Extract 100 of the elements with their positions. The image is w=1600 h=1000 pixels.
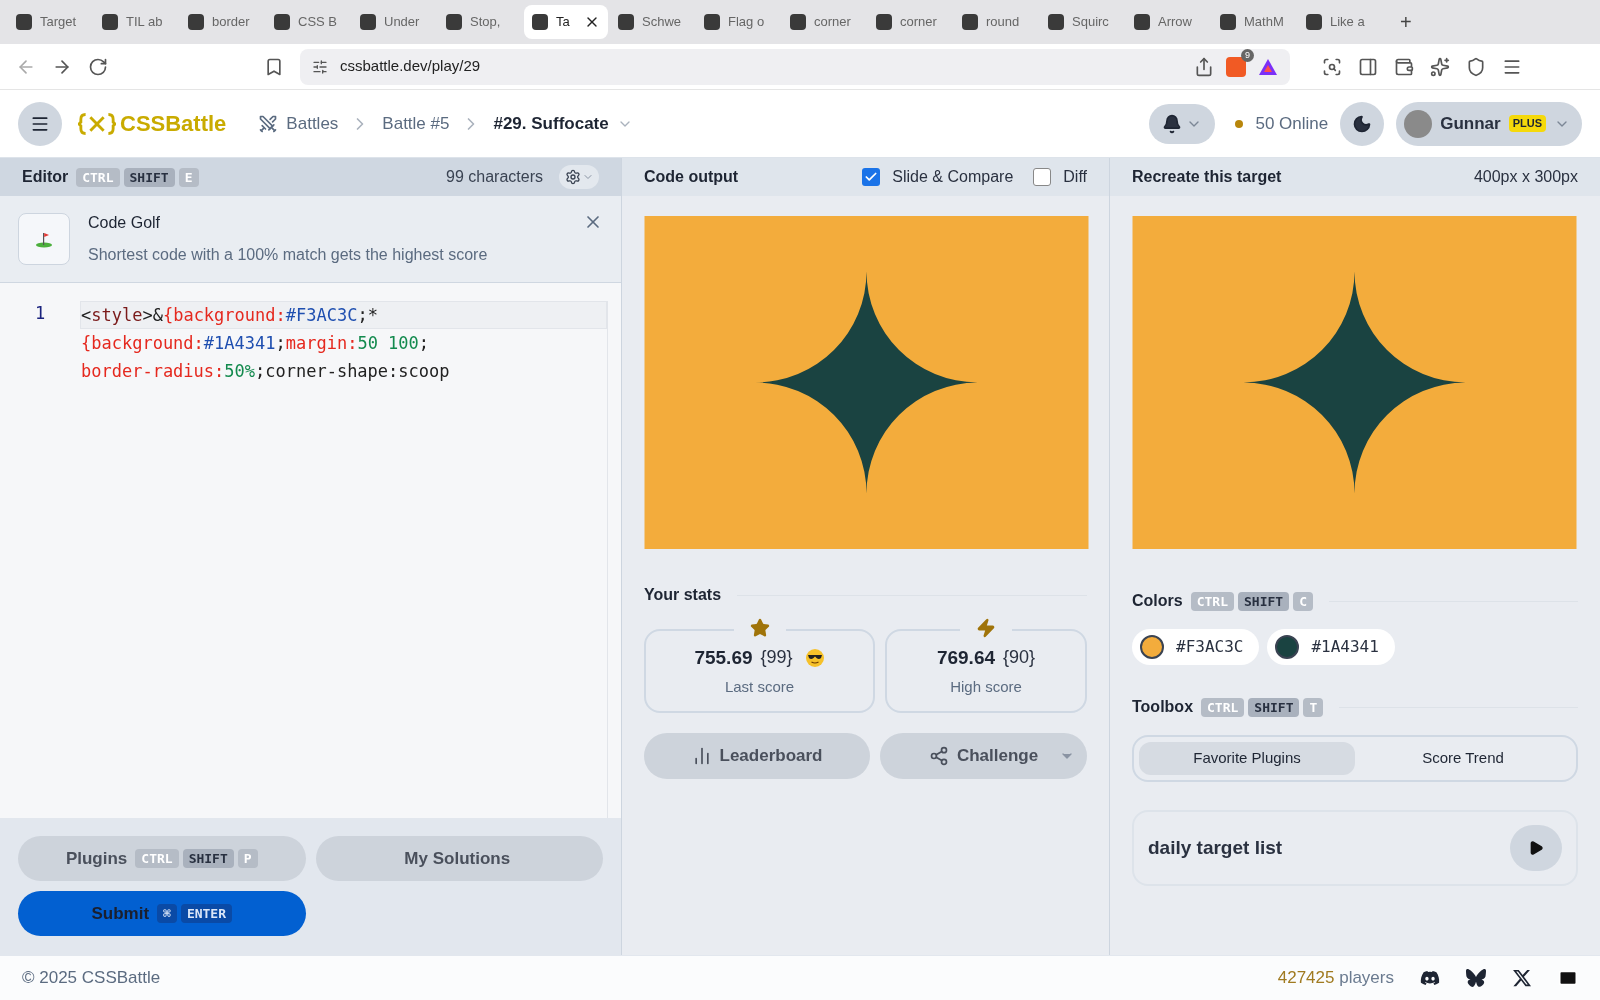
browser-tab[interactable]: Ta [524, 5, 608, 39]
new-tab-button[interactable]: + [1392, 7, 1420, 37]
wallet-icon[interactable] [1394, 56, 1414, 77]
browser-tab[interactable]: corner [868, 5, 952, 39]
butterfly-icon[interactable] [1466, 968, 1486, 988]
submit-button[interactable]: Submit ⌘ ENTER [18, 891, 306, 936]
checkbox-label[interactable]: Diff [1063, 165, 1087, 189]
site-icon [360, 14, 376, 30]
tab-title: Ta [556, 13, 570, 32]
shield-button[interactable] [1226, 56, 1246, 77]
key-badge: SHIFT [123, 167, 175, 187]
browser-tab[interactable]: Arrow [1126, 5, 1210, 39]
breadcrumb-link[interactable]: #29. Suffocate [493, 110, 609, 137]
browser-tab[interactable]: round [954, 5, 1038, 39]
secondary-button[interactable]: Plugins CTRL SHIFT P [18, 836, 306, 881]
panel-title: Recreate this target [1132, 167, 1282, 187]
key-badge: T [1303, 697, 1324, 717]
score-label: Last score [724, 677, 795, 697]
tab-title: border [212, 13, 250, 32]
browser-tab[interactable]: MathM [1212, 5, 1296, 39]
notifications-button[interactable] [1149, 103, 1216, 144]
section-title: Your stats [644, 585, 722, 605]
breadcrumb-link[interactable]: Battle #5 [382, 110, 450, 137]
key-badge: SHIFT [182, 849, 234, 868]
share-icon [928, 746, 949, 766]
bookmark-icon[interactable] [264, 56, 284, 77]
tab-title: round [986, 13, 1020, 32]
tab-title: MathM [1244, 13, 1284, 32]
share-icon[interactable] [1194, 56, 1214, 77]
tab-title: Flag o [728, 13, 765, 32]
play-button[interactable] [1510, 825, 1562, 871]
tab-title: Like a [1330, 13, 1365, 32]
tab-title: corner [900, 13, 937, 32]
tab-title: TIL ab [126, 13, 163, 32]
checkbox[interactable] [1033, 168, 1052, 186]
breadcrumb-link[interactable]: Battles [286, 110, 339, 137]
browser-tab[interactable]: Schwe [610, 5, 694, 39]
checkbox[interactable] [862, 168, 881, 186]
tab-title: Stop, [470, 13, 501, 32]
code-line[interactable]: border-radius:50%;corner-shape:scoop [80, 357, 607, 385]
bell-icon [1162, 113, 1183, 134]
browser-tab[interactable]: Flag o [696, 5, 780, 39]
site-icon [446, 14, 462, 30]
key-badge: ENTER [180, 904, 233, 923]
action-button[interactable]: Challenge [880, 733, 1087, 779]
shield-count: 9 [1241, 48, 1254, 62]
panel-title: Code output [644, 167, 739, 187]
tip-text: Shortest code with a 100% match gets the highest score [88, 245, 488, 265]
key-badge: P [237, 849, 258, 868]
checkbox-label[interactable]: Slide & Compare [892, 165, 1014, 189]
user-menu-button[interactable]: Gunnar PLUS [1396, 101, 1582, 146]
check-icon [864, 170, 879, 184]
reload-icon[interactable] [88, 56, 108, 77]
copyright-text: © 2025 CSSBattle [22, 967, 161, 990]
panel-title: Editor [22, 167, 69, 187]
score-label: High score [950, 677, 1022, 697]
site-settings-icon[interactable] [312, 58, 328, 75]
sidebar-icon[interactable] [1358, 56, 1378, 77]
secondary-button[interactable]: My Solutions [315, 836, 603, 881]
tip-title: Code Golf [88, 213, 162, 233]
browser-tab[interactable]: CSS B [266, 5, 350, 39]
site-icon [876, 14, 892, 30]
site-icon [188, 14, 204, 30]
color-chip[interactable]: #F3AC3C [1132, 629, 1260, 665]
browser-tab[interactable]: border [180, 5, 264, 39]
settings-icon [564, 169, 581, 185]
shield-icon[interactable] [1466, 56, 1486, 77]
site-icon [102, 14, 118, 30]
toolbox-tab[interactable]: Score Trend [1355, 742, 1571, 775]
section-title: Toolbox [1132, 697, 1194, 717]
swords-icon [258, 113, 279, 134]
color-chip[interactable]: #1A4341 [1267, 629, 1395, 665]
browser-tab[interactable]: Target [8, 5, 92, 39]
menu-button[interactable] [18, 101, 62, 146]
key-badge: CTRL [135, 849, 179, 868]
browser-tab[interactable]: Stop, [438, 5, 522, 39]
action-button[interactable]: Leaderboard [644, 733, 870, 779]
reader-icon[interactable] [1322, 56, 1342, 77]
site-icon [274, 14, 290, 30]
site-icon [1306, 14, 1322, 30]
settings-button[interactable] [559, 165, 599, 189]
score-value: 769.64 [936, 645, 996, 670]
toolbox-tab[interactable]: Favorite Plugins [1139, 742, 1355, 775]
canvas-size: 400px x 300px [1473, 167, 1578, 187]
tab-title: Under [384, 13, 420, 32]
tab-title: Arrow [1158, 13, 1192, 32]
x-logo-icon[interactable] [1512, 968, 1532, 988]
browser-tab[interactable]: Squirc [1040, 5, 1124, 39]
plus-badge: PLUS [1508, 115, 1546, 132]
sparkle-icon[interactable] [1430, 56, 1450, 77]
site-icon [962, 14, 978, 30]
browser-tab[interactable]: Under [352, 5, 436, 39]
browser-tab[interactable]: corner [782, 5, 866, 39]
tab-title: corner [814, 13, 851, 32]
code-line[interactable]: {background:#1A4341;margin:50 100; [80, 329, 607, 357]
browser-tab[interactable]: TIL ab [94, 5, 178, 39]
address-bar[interactable]: cssbattle.dev/play/29 9 [300, 48, 1290, 85]
browser-tab[interactable]: Like a [1298, 5, 1382, 39]
discord-icon[interactable] [1420, 968, 1440, 988]
card-title: daily target list [1148, 835, 1283, 860]
